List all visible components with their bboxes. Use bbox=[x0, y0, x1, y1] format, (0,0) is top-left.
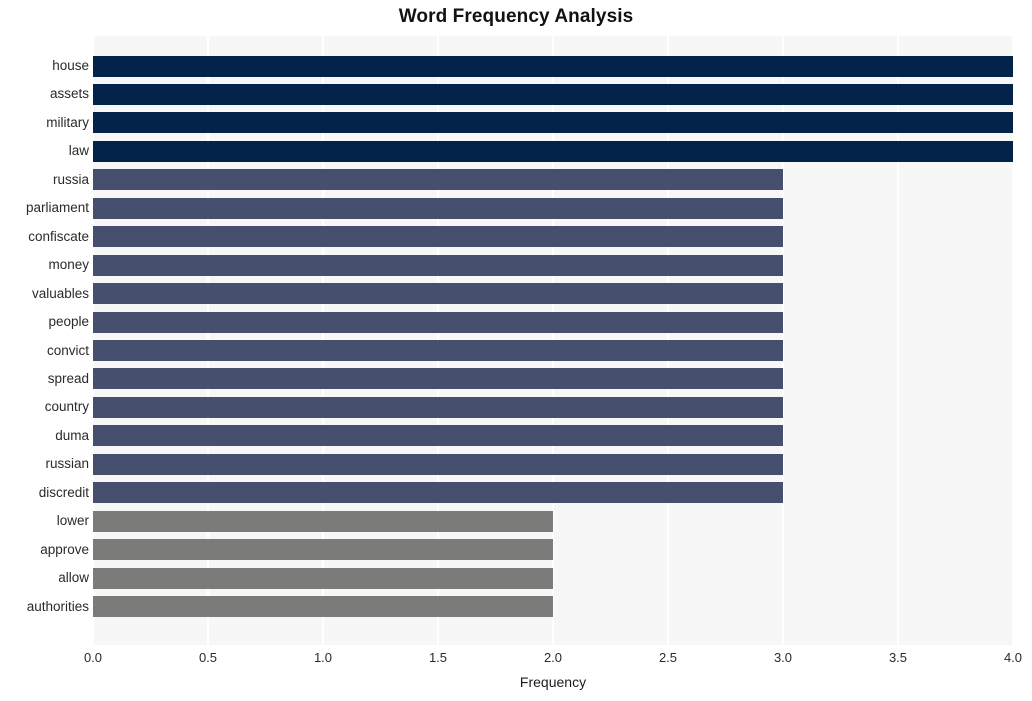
x-axis-tick-label: 0.5 bbox=[198, 650, 218, 665]
y-axis-tick-label: house bbox=[52, 58, 89, 73]
bar bbox=[93, 254, 783, 276]
y-axis-tick-label: spread bbox=[47, 370, 89, 386]
chart-title: Word Frequency Analysis bbox=[398, 6, 634, 27]
y-axis-tick-label: parliament bbox=[25, 200, 89, 216]
x-axis-tick-label: 1.0 bbox=[313, 650, 333, 665]
x-axis-tick-label: 3.5 bbox=[888, 650, 908, 665]
bar bbox=[93, 112, 1013, 134]
bar bbox=[93, 83, 1013, 105]
bar bbox=[93, 453, 783, 475]
y-axis-tick-label: lower bbox=[56, 513, 89, 529]
chart-figure: Word Frequency Analysis house assets milit… bbox=[0, 0, 1032, 701]
bar bbox=[93, 368, 783, 390]
bar bbox=[93, 197, 783, 219]
x-axis-tick-label: 4.0 bbox=[1003, 650, 1023, 665]
x-axis-tick-label: 3.0 bbox=[773, 650, 793, 665]
bar bbox=[93, 55, 1013, 77]
y-axis-tick-label: approve bbox=[40, 541, 89, 557]
bar bbox=[93, 226, 783, 248]
bar bbox=[93, 482, 783, 504]
y-axis-tick-labels: house assets military law russia parliament co… bbox=[1, 36, 89, 645]
bar bbox=[93, 140, 1013, 162]
y-axis-tick-label: allow bbox=[58, 570, 89, 586]
x-axis-tick-label: 2.0 bbox=[543, 650, 563, 665]
y-axis-tick-label: people bbox=[48, 314, 89, 330]
y-axis-tick-label: discredit bbox=[38, 484, 89, 500]
x-axis-tick-labels: 0.0 0.5 1.0 1.5 2.0 2.5 3.0 3.5 4.0 bbox=[84, 650, 1022, 670]
y-axis-tick-label: authorities bbox=[26, 598, 89, 614]
y-axis-tick-label: military bbox=[46, 114, 89, 130]
y-axis-tick-label: law bbox=[68, 143, 89, 159]
y-axis-tick-label: money bbox=[48, 257, 89, 273]
x-axis-tick-label: 0.0 bbox=[83, 650, 103, 665]
bar bbox=[93, 510, 553, 532]
x-axis-tick-label: 1.5 bbox=[428, 650, 448, 665]
bar bbox=[93, 596, 553, 618]
y-axis-tick-label: assets bbox=[49, 86, 89, 102]
y-axis-tick-label: duma bbox=[55, 427, 89, 443]
x-axis-label: Frequency bbox=[519, 674, 587, 690]
bar bbox=[93, 425, 783, 447]
y-axis-tick-label: valuables bbox=[31, 285, 89, 301]
y-axis-tick-label: confiscate bbox=[28, 228, 89, 244]
plot-area: house assets military law russia parliament co… bbox=[26, 36, 1014, 645]
bar bbox=[93, 169, 783, 191]
bar bbox=[93, 567, 553, 589]
bar bbox=[93, 311, 783, 333]
bar bbox=[93, 396, 783, 418]
bar bbox=[93, 539, 553, 561]
y-axis-tick-label: convict bbox=[46, 342, 89, 358]
x-axis-tick-label: 2.5 bbox=[658, 650, 678, 665]
y-axis-tick-label: country bbox=[44, 399, 89, 415]
y-axis-tick-label: russian bbox=[45, 456, 89, 472]
y-axis-tick-label: russia bbox=[52, 171, 89, 187]
bar bbox=[93, 283, 783, 305]
bar bbox=[93, 340, 783, 361]
